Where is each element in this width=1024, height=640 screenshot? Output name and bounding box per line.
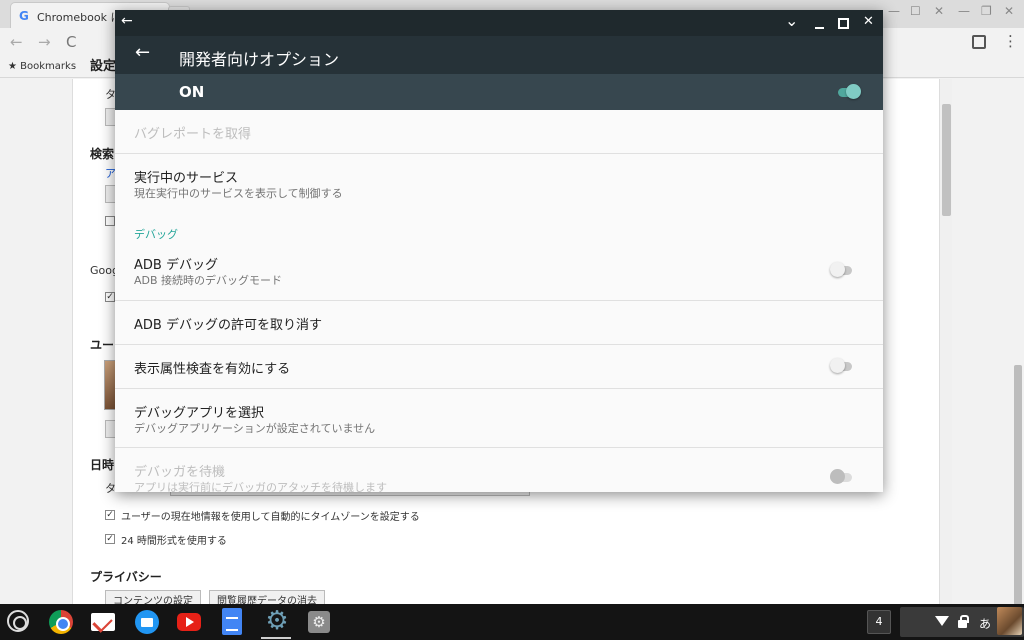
outer-close-icon[interactable]: ✕ — [1004, 4, 1014, 18]
window-titlebar: ← ⌄ ✕ — [115, 10, 883, 36]
wait-debugger-title: デバッガを待機 — [134, 465, 226, 480]
extension-icon[interactable] — [972, 35, 986, 49]
titlebar-close-icon[interactable]: ✕ — [863, 14, 874, 29]
titlebar-back-icon[interactable]: ← — [121, 13, 133, 29]
youtube-icon[interactable] — [177, 613, 201, 631]
master-switch-bar[interactable]: ON — [115, 74, 883, 110]
adb-debugging-item[interactable]: ADB デバッグ ADB 接続時のデバッグモード — [115, 246, 883, 300]
shelf: ⚙ ⚙ 4 あ — [0, 604, 1024, 640]
browser-close-icon[interactable]: ✕ — [934, 4, 944, 18]
bug-report-item: バグレポートを取得 — [115, 110, 883, 154]
auto-timezone-label: ユーザーの現在地情報を使用して自動的にタイムゾーンを設定する — [121, 512, 420, 523]
debug-app-title: デバッグアプリを選択 — [134, 406, 265, 421]
back-nav-icon[interactable]: ← — [10, 33, 23, 51]
forward-nav-icon[interactable]: → — [38, 33, 51, 51]
datetime-section-heading: 日時 — [90, 458, 115, 472]
hour24-checkbox[interactable]: ✓ — [105, 534, 115, 544]
page-scroll-thumb[interactable] — [942, 104, 951, 216]
bookmarks-label[interactable]: Bookmarks — [20, 61, 76, 72]
adb-debugging-toggle[interactable] — [830, 261, 852, 279]
titlebar-chevron-down-icon[interactable]: ⌄ — [785, 11, 798, 30]
back-arrow-icon[interactable]: ← — [135, 42, 150, 63]
settings-icon[interactable]: ⚙ — [264, 608, 290, 634]
ime-indicator[interactable]: あ — [979, 615, 991, 632]
running-services-item[interactable]: 実行中のサービス 現在実行中のサービスを表示して制御する — [115, 154, 883, 210]
developer-options-window: ← ⌄ ✕ ← 開発者向けオプション ON バグレポートを取得 実行中のサービス… — [115, 10, 883, 492]
running-services-title: 実行中のサービス — [134, 171, 239, 186]
master-toggle-switch[interactable] — [838, 83, 861, 101]
search-section-heading: 検索 — [90, 147, 115, 161]
view-attribute-item[interactable]: 表示属性検査を有効にする — [115, 345, 883, 388]
outer-scroll-thumb[interactable] — [1014, 365, 1022, 605]
google-checkbox[interactable]: ✓ — [105, 292, 115, 302]
view-attribute-toggle[interactable] — [830, 357, 852, 375]
reload-icon[interactable]: C — [66, 33, 76, 51]
debug-app-summary: デバッグアプリケーションが設定されていません — [134, 422, 376, 435]
page-title: 開発者向けオプション — [179, 50, 340, 69]
wifi-icon — [935, 616, 949, 626]
docs-icon[interactable] — [222, 608, 242, 635]
bug-report-title: バグレポートを取得 — [134, 127, 252, 142]
debug-category-header: デバッグ — [134, 228, 178, 241]
adb-debugging-title: ADB デバッグ — [134, 258, 218, 273]
users-section-heading: ユー — [90, 338, 115, 352]
browser-minimize-icon[interactable]: — — [888, 4, 900, 18]
adb-debugging-summary: ADB 接続時のデバッグモード — [134, 274, 283, 287]
titlebar-minimize-icon[interactable] — [815, 27, 824, 29]
lock-icon — [958, 615, 969, 628]
view-attribute-title: 表示属性検査を有効にする — [134, 362, 291, 377]
launcher-icon[interactable] — [7, 610, 29, 632]
running-services-summary: 現在実行中のサービスを表示して制御する — [134, 187, 343, 200]
settings-title: 設定 — [90, 59, 117, 74]
revoke-adb-title: ADB デバッグの許可を取り消す — [134, 318, 322, 333]
gmail-icon[interactable] — [91, 613, 115, 631]
chrome-icon[interactable] — [49, 610, 73, 634]
debug-app-item[interactable]: デバッグアプリを選択 デバッグアプリケーションが設定されていません — [115, 389, 883, 447]
outer-minimize-icon[interactable]: — — [958, 4, 970, 18]
wait-debugger-summary: アプリは実行前にデバッガのアタッチを待機します — [134, 481, 387, 492]
more-menu-icon[interactable]: ⋮ — [1003, 32, 1018, 50]
outer-restore-icon[interactable]: ❐ — [981, 4, 992, 18]
app-bar: ← 開発者向けオプション — [115, 36, 883, 74]
search-checkbox[interactable] — [105, 216, 115, 226]
titlebar-maximize-icon[interactable] — [838, 18, 849, 29]
google-g-icon: G — [19, 9, 29, 23]
privacy-heading: プライバシー — [90, 570, 162, 584]
wait-debugger-item: デバッガを待機 アプリは実行前にデバッガのアタッチを待機します — [115, 448, 883, 492]
active-app-indicator — [261, 637, 291, 639]
hour24-label: 24 時間形式を使用する — [121, 536, 227, 547]
star-icon: ★ — [8, 61, 17, 72]
android-settings-icon[interactable]: ⚙ — [308, 611, 330, 633]
auto-timezone-checkbox[interactable]: ✓ — [105, 510, 115, 520]
revoke-adb-item[interactable]: ADB デバッグの許可を取り消す — [115, 301, 883, 344]
files-icon[interactable] — [135, 610, 159, 634]
master-switch-label: ON — [179, 83, 205, 101]
notification-count-badge[interactable]: 4 — [867, 610, 891, 634]
browser-maximize-icon[interactable]: ☐ — [910, 4, 921, 18]
user-avatar-tray-icon[interactable] — [997, 607, 1022, 635]
wait-debugger-toggle — [830, 468, 852, 486]
